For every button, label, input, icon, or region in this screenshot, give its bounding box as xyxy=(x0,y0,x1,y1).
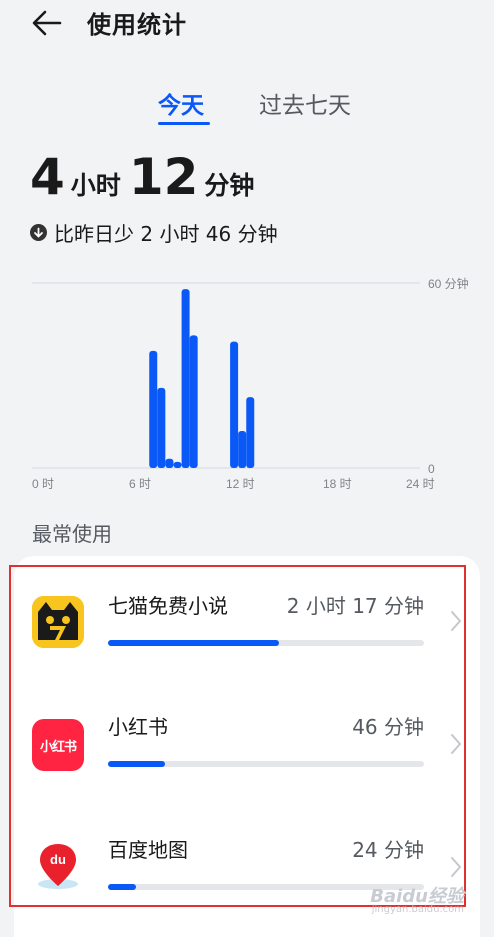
chevron-right-icon xyxy=(451,857,461,877)
chart-y-tick-label: 60 分钟 xyxy=(428,276,469,291)
usage-bar-fill xyxy=(108,884,137,890)
chevron-right-icon xyxy=(451,611,461,631)
section-title-most-used: 最常使用 xyxy=(32,522,112,546)
chart-bar xyxy=(157,387,166,468)
chevron-right-icon xyxy=(451,734,461,754)
chart-bar xyxy=(238,431,247,468)
chart-x-tick-label: 24 时 xyxy=(406,477,435,491)
app-list-card: 七猫免费小说 2 小时 17 分钟 小红书 小红书 46 分钟 du 百度地图 … xyxy=(14,556,480,937)
period-tabs: 今天 过去七天 xyxy=(0,86,494,130)
watermark-url: jingyan.baidu.com xyxy=(371,904,464,915)
hours-unit: 小时 xyxy=(70,171,121,200)
chart-bar xyxy=(181,289,190,468)
total-hours: 4 xyxy=(30,148,65,206)
app-name: 七猫免费小说 xyxy=(108,594,228,618)
xiaohongshu-icon: 小红书 xyxy=(32,719,84,771)
app-name: 百度地图 xyxy=(108,838,188,862)
usage-chart: 60 分钟 0 0 时 6 时 12 时 18 时 24 时 xyxy=(32,276,469,491)
app-time: 46 分钟 xyxy=(352,715,424,739)
chart-x-tick-label: 0 时 xyxy=(32,477,54,491)
arrow-left-icon xyxy=(32,10,62,36)
tab-today[interactable]: 今天 xyxy=(158,86,204,120)
comparison-row: 比昨日少 2 小时 46 分钟 xyxy=(30,218,278,247)
app-item-xiaohongshu[interactable]: 小红书 小红书 46 分钟 xyxy=(14,677,480,797)
back-button[interactable] xyxy=(30,8,64,38)
chart-x-tick-label: 6 时 xyxy=(129,477,151,491)
usage-bar-track xyxy=(108,761,424,767)
app-time: 24 分钟 xyxy=(352,838,424,862)
app-name: 小红书 xyxy=(108,715,168,739)
chart-bar xyxy=(165,458,174,468)
total-minutes: 12 xyxy=(128,148,199,206)
page-title: 使用统计 xyxy=(87,11,187,39)
total-usage: 4 小时 12 分钟 xyxy=(30,148,262,208)
usage-bar-track xyxy=(108,640,424,646)
usage-bar-fill xyxy=(108,761,165,767)
minutes-unit: 分钟 xyxy=(204,171,255,200)
comparison-text: 比昨日少 2 小时 46 分钟 xyxy=(54,222,278,246)
app-item-qimao[interactable]: 七猫免费小说 2 小时 17 分钟 xyxy=(14,556,480,676)
chart-y-tick-label: 0 xyxy=(428,462,435,476)
chart-bar xyxy=(246,397,255,468)
active-tab-indicator xyxy=(158,122,210,125)
baidu-map-pin-icon: du xyxy=(32,840,84,892)
qimao-cat-icon xyxy=(32,596,84,648)
chart-bar xyxy=(189,335,198,468)
chart-bar xyxy=(173,461,182,468)
chart-bar xyxy=(149,350,158,468)
arrow-down-circle-icon xyxy=(30,224,47,241)
app-time: 2 小时 17 分钟 xyxy=(286,594,424,618)
chart-x-tick-label: 18 时 xyxy=(323,477,352,491)
tab-past-seven-days[interactable]: 过去七天 xyxy=(259,86,351,120)
usage-bar-fill xyxy=(108,640,279,646)
header: 使用统计 xyxy=(0,0,494,48)
baidu-map-icon-text: du xyxy=(50,852,66,867)
chart-x-tick-label: 12 时 xyxy=(226,477,255,491)
chart-bar xyxy=(230,341,239,468)
xiaohongshu-icon-text: 小红书 xyxy=(39,739,77,755)
